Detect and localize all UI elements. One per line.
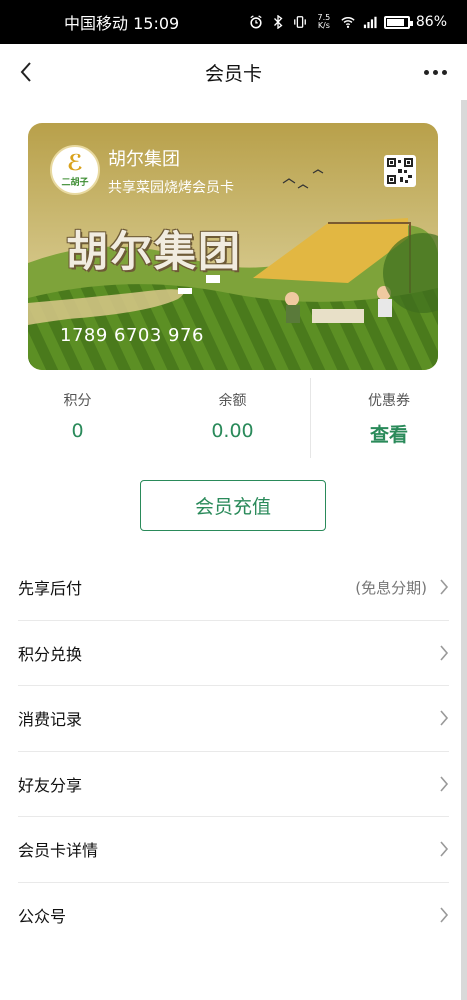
logo-mark-icon: ℰ (66, 150, 84, 176)
member-card[interactable]: ℰ 二胡子 胡尔集团 共享菜园烧烤会员卡 胡尔集团 1789 6703 976 (28, 123, 438, 370)
menu-item-label: 公众号 (18, 907, 67, 927)
brand-logo: ℰ 二胡子 (50, 145, 100, 195)
coupon-label: 优惠券 (368, 393, 410, 409)
back-button[interactable] (12, 58, 40, 86)
menu-item-label: 好友分享 (18, 775, 83, 795)
scrollbar[interactable] (461, 100, 467, 1000)
recharge-button[interactable]: 会员充值 (140, 480, 326, 531)
card-merchant-name: 胡尔集团 (108, 149, 180, 170)
network-speed-unit: K/s (317, 21, 330, 30)
card-subtitle: 共享菜园烧烤会员卡 (108, 180, 234, 196)
menu-item-card-details[interactable]: 会员卡详情 (18, 817, 449, 883)
menu-item-label: 消费记录 (18, 710, 83, 730)
chevron-right-icon (440, 841, 449, 857)
qr-code-icon (387, 158, 413, 184)
more-button[interactable] (421, 58, 449, 86)
coupon-stat[interactable]: 优惠券 查看 (310, 378, 467, 458)
points-label: 积分 (63, 393, 92, 409)
chevron-right-icon (440, 907, 449, 923)
menu-item-right: (免息分期) (355, 577, 449, 598)
carrier-time: 中国移动 15:09 (64, 14, 180, 33)
menu-item-label: 积分兑换 (18, 644, 83, 664)
card-number: 1789 6703 976 (60, 325, 204, 346)
battery-percent: 86% (415, 14, 447, 30)
wifi-icon (341, 17, 355, 28)
chevron-right-icon (440, 645, 449, 661)
qr-code-button[interactable] (384, 155, 416, 187)
chevron-right-icon (440, 776, 449, 792)
more-dot-icon (423, 69, 429, 75)
more-dot-icon (432, 69, 438, 75)
menu-item-share-friends[interactable]: 好友分享 (18, 752, 449, 817)
menu-item-official-account[interactable]: 公众号 (18, 883, 449, 949)
nav-bar: 会员卡 (0, 44, 467, 100)
balance-label: 余额 (218, 393, 247, 409)
menu-item-points-exchange[interactable]: 积分兑换 (18, 621, 449, 686)
card-big-title: 胡尔集团 (66, 227, 243, 276)
menu-item-label: 会员卡详情 (18, 841, 99, 861)
logo-text: 二胡子 (61, 177, 89, 188)
chevron-right-icon (440, 710, 449, 726)
signal-icon (363, 16, 377, 29)
menu-item-pay-later[interactable]: 先享后付 (免息分期) (18, 555, 449, 621)
account-stats: 积分 0 余额 0.00 优惠券 查看 (0, 378, 467, 458)
alarm-icon (250, 15, 262, 29)
bluetooth-icon (273, 15, 283, 29)
status-icons: 7.5 K/s 86% (248, 14, 447, 30)
page-title: 会员卡 (204, 62, 262, 85)
menu-item-consumption-records[interactable]: 消费记录 (18, 686, 449, 752)
more-dot-icon (441, 69, 447, 75)
vibrate-icon (293, 16, 306, 28)
balance-stat[interactable]: 余额 0.00 (155, 378, 310, 458)
balance-value: 0.00 (211, 420, 254, 442)
menu-list: 先享后付 (免息分期) 积分兑换 消费记录 好友分享 会员卡详情 公众号 (18, 555, 449, 948)
menu-item-note: (免息分期) (355, 578, 427, 597)
status-bar: 中国移动 15:09 7.5 K/s 86% (0, 0, 467, 44)
coupon-view-link[interactable]: 查看 (311, 420, 467, 447)
points-stat[interactable]: 积分 0 (0, 378, 155, 458)
points-value: 0 (71, 420, 84, 442)
menu-item-label: 先享后付 (18, 579, 83, 599)
network-speed: 7.5 K/s (314, 14, 334, 30)
chevron-left-icon (20, 62, 31, 82)
battery-icon (383, 15, 413, 29)
chevron-right-icon (440, 579, 449, 595)
